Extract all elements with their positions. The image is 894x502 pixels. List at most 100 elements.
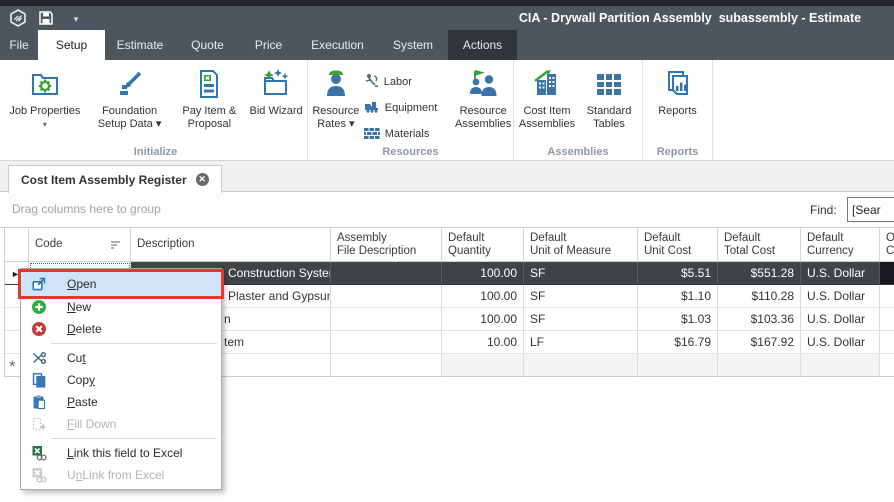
save-icon[interactable] [38,10,54,31]
resource-rates-icon [321,63,351,105]
ribbon-group-assemblies: Cost Item Assemblies Standard Tables Ass… [514,60,643,160]
header-code[interactable]: Code [29,228,131,261]
context-menu-item-open[interactable]: Open [21,272,221,296]
app-logo-icon [9,9,27,32]
default-unit-of-measure-cell[interactable]: SF [524,308,638,331]
truncated-cell[interactable] [880,354,894,377]
ribbon-group-label-initialize: Initialize [4,146,307,158]
header-row-indicator [5,228,29,261]
foundation-setup-data-icon [114,63,146,105]
default-currency-cell[interactable]: U.S. Dollar [801,331,880,354]
assembly-file-description-cell[interactable] [331,262,442,285]
default-quantity-cell[interactable]: 100.00 [442,262,524,285]
default-unit-cost-cell [638,354,718,377]
tab-quote[interactable]: Quote [175,30,240,60]
labor-button[interactable]: Labor [364,69,454,95]
default-currency-cell[interactable]: U.S. Dollar [801,262,880,285]
default-quantity-cell [442,354,524,377]
default-currency-cell[interactable]: U.S. Dollar [801,308,880,331]
context-menu-item-label: UnLink from Excel [67,468,164,482]
tab-execution[interactable]: Execution [297,30,378,60]
bid-wizard-icon [260,63,292,105]
default-total-cost-cell[interactable]: $551.28 [718,262,801,285]
ribbon: Job Properties ▾ Foundation Setup Data ▾… [0,60,894,161]
context-menu-item-link-to-excel[interactable]: Link this field to Excel [21,442,221,464]
context-menu-item-delete[interactable]: Delete [21,318,221,340]
default-total-cost-cell[interactable]: $103.36 [718,308,801,331]
default-unit-of-measure-cell[interactable]: LF [524,331,638,354]
find-input[interactable] [847,197,894,222]
context-menu-item-copy[interactable]: Copy [21,369,221,391]
default-quantity-cell[interactable]: 100.00 [442,308,524,331]
default-quantity-cell[interactable]: 10.00 [442,331,524,354]
context-menu-item-new[interactable]: New [21,296,221,318]
paste-icon [29,394,49,410]
truncated-cell[interactable] [880,285,894,308]
context-menu-item-label: Open [67,277,96,291]
fill-down-icon [29,416,49,432]
tab-setup[interactable]: Setup [38,30,105,60]
context-menu-item-label: New [67,300,91,314]
header-description[interactable]: Description [131,228,331,261]
default-unit-cost-cell[interactable]: $16.79 [638,331,718,354]
header-default-quantity[interactable]: DefaultQuantity [442,228,524,261]
window-title: CIA - Drywall Partition Assembly subasse… [519,11,861,25]
default-currency-cell[interactable]: U.S. Dollar [801,285,880,308]
sort-ascending-icon[interactable] [110,240,122,254]
header-truncated-column[interactable]: OCa [880,228,894,261]
group-by-bar[interactable]: Drag columns here to group Find: [0,192,894,228]
tab-system[interactable]: System [378,30,448,60]
default-quantity-cell[interactable]: 100.00 [442,285,524,308]
header-assembly-file-description[interactable]: AssemblyFile Description [331,228,442,261]
header-default-currency[interactable]: DefaultCurrency [801,228,880,261]
truncated-cell[interactable] [880,262,894,285]
ribbon-tab-bar: File Setup Estimate Quote Price Executio… [0,30,894,60]
context-menu-item-cut[interactable]: Cut [21,347,221,369]
header-default-unit-of-measure[interactable]: DefaultUnit of Measure [524,228,638,261]
default-unit-cost-cell[interactable]: $1.10 [638,285,718,308]
ribbon-group-label-resources: Resources [308,146,513,158]
open-icon [29,276,49,292]
equipment-button[interactable]: Equipment [364,95,454,121]
context-menu-item-label: Delete [67,322,102,336]
close-tab-icon[interactable]: ✕ [196,173,209,186]
document-tab-label: Cost Item Assembly Register [21,173,187,187]
default-currency-cell [801,354,880,377]
header-default-total-cost[interactable]: DefaultTotal Cost [718,228,801,261]
link-excel-icon [29,445,49,461]
context-menu-item-paste[interactable]: Paste [21,391,221,413]
ribbon-group-label-assemblies: Assemblies [514,146,642,158]
assembly-file-description-cell[interactable] [331,331,442,354]
equipment-icon [364,99,380,117]
new-row-marker-icon: * [9,357,16,377]
menu-separator [51,343,217,344]
quick-access-dropdown-icon[interactable]: ▼ [72,15,80,24]
default-unit-of-measure-cell[interactable]: SF [524,285,638,308]
context-menu-item-unlink-from-excel[interactable]: UnLink from Excel [21,464,221,486]
default-unit-of-measure-cell[interactable]: SF [524,262,638,285]
header-default-unit-cost[interactable]: DefaultUnit Cost [638,228,718,261]
context-menu-item-fill-down[interactable]: Fill Down [21,413,221,435]
unlink-excel-icon [29,467,49,483]
tab-actions[interactable]: Actions [448,30,517,60]
truncated-cell[interactable] [880,331,894,354]
assembly-file-description-cell[interactable] [331,308,442,331]
default-unit-cost-cell[interactable]: $1.03 [638,308,718,331]
assembly-file-description-cell[interactable] [331,285,442,308]
ribbon-group-reports: Reports Reports [643,60,713,160]
menu-separator [51,438,217,439]
tab-file[interactable]: File [0,30,38,60]
context-menu: Open New Delete Cut Copy [20,268,222,490]
tab-price[interactable]: Price [240,30,297,60]
application-window: ▼ CIA - Drywall Partition Assembly subas… [0,0,894,502]
document-tab-strip: Cost Item Assembly Register ✕ [0,161,894,192]
materials-button[interactable]: Materials [364,121,454,147]
tab-estimate[interactable]: Estimate [105,30,175,60]
ribbon-group-label-reports: Reports [643,146,712,158]
truncated-cell[interactable] [880,308,894,331]
assembly-file-description-cell[interactable] [331,354,442,377]
default-total-cost-cell[interactable]: $110.28 [718,285,801,308]
default-total-cost-cell[interactable]: $167.92 [718,331,801,354]
default-unit-cost-cell[interactable]: $5.51 [638,262,718,285]
tab-cost-item-assembly-register[interactable]: Cost Item Assembly Register ✕ [8,165,222,193]
